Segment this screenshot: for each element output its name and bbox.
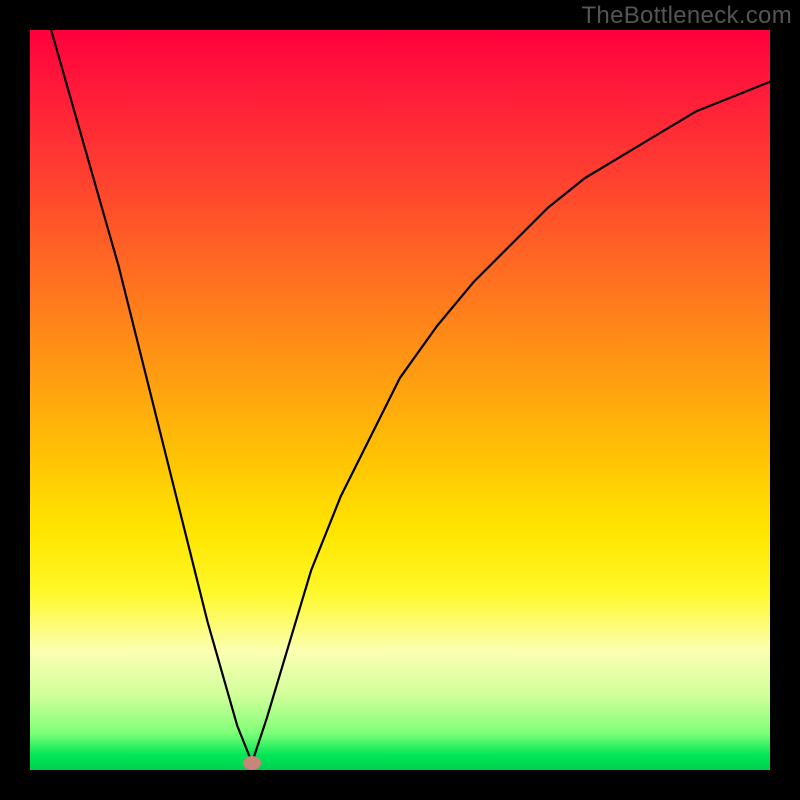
chart-container: TheBottleneck.com (0, 0, 800, 800)
watermark-text: TheBottleneck.com (581, 2, 792, 30)
bottleneck-curve (30, 30, 770, 770)
minimum-marker-dot (243, 756, 261, 770)
plot-area (30, 30, 770, 770)
